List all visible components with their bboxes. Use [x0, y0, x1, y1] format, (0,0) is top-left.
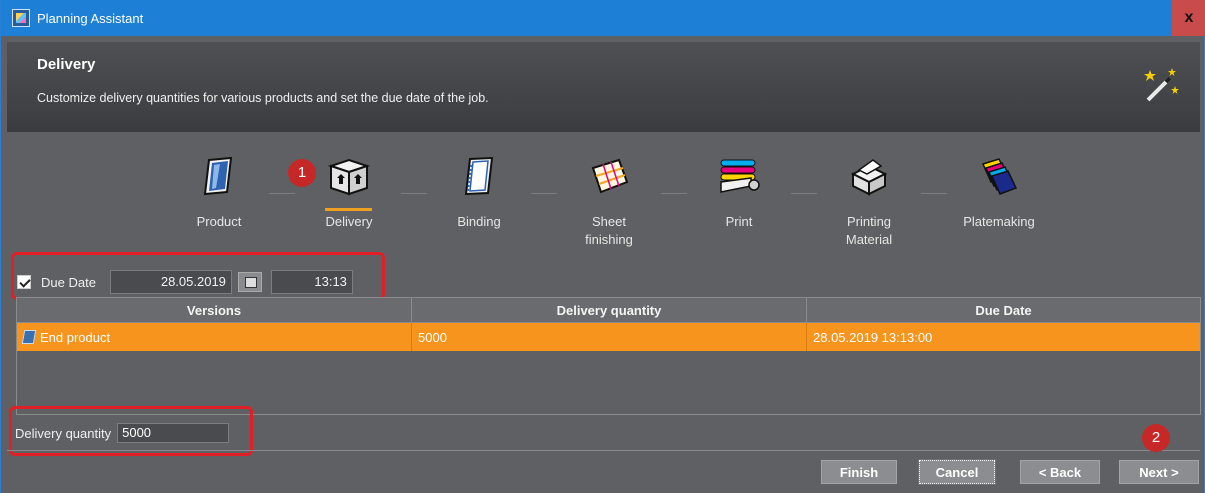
due-time-input[interactable]: 13:13 — [270, 270, 353, 294]
step-label-product: Product — [196, 214, 242, 229]
step-label-sheet-line1: Sheet — [592, 214, 626, 229]
title-bar: Planning Assistant x — [1, 0, 1205, 36]
printing-material-icon — [850, 159, 888, 196]
due-date-input[interactable]: 28.05.2019 — [109, 270, 232, 294]
step-binding[interactable]: Binding — [424, 140, 534, 231]
product-icon — [203, 156, 233, 196]
finish-button[interactable]: Finish — [821, 460, 897, 484]
footer-divider — [7, 450, 1200, 451]
magic-wand-icon — [1144, 68, 1179, 102]
table-header: Versions Delivery quantity Due Date — [17, 298, 1200, 323]
product-icon — [21, 330, 37, 344]
callout-badge-1: 1 — [288, 159, 316, 187]
step-product[interactable]: Product — [164, 140, 274, 231]
due-date-row: Due Date 28.05.2019 13:13 — [17, 268, 353, 296]
app-icon — [12, 9, 30, 27]
table-row[interactable]: End product 5000 28.05.2019 13:13:00 — [17, 323, 1200, 351]
cancel-button[interactable]: Cancel — [918, 459, 996, 485]
step-label-printing-material: Printing Material — [814, 213, 924, 249]
step-label-sheet-line2: finishing — [585, 232, 633, 247]
step-platemaking[interactable]: Platemaking — [944, 140, 1054, 231]
active-step-indicator — [325, 208, 372, 211]
column-header-due-date[interactable]: Due Date — [807, 298, 1200, 322]
wizard-steps: Product Delivery Binding Sheet finishing… — [1, 140, 1205, 250]
step-label-delivery: Delivery — [325, 214, 373, 229]
binding-icon — [464, 156, 494, 196]
step-printing-material[interactable]: Printing Material — [814, 140, 924, 249]
page-subtitle: Customize delivery quantities for variou… — [37, 91, 489, 105]
print-rollers-icon — [720, 159, 760, 193]
step-header: Delivery Customize delivery quantities f… — [7, 42, 1200, 132]
cell-version-text: End product — [40, 329, 111, 345]
planning-assistant-window: Planning Assistant x Delivery Customize … — [0, 0, 1205, 493]
cell-due-date: 28.05.2019 13:13:00 — [813, 329, 933, 345]
platemaking-icon — [981, 158, 1018, 195]
cell-version: End product — [17, 323, 412, 351]
close-button[interactable]: x — [1172, 0, 1205, 36]
step-delivery[interactable]: Delivery — [294, 140, 404, 231]
due-date-checkbox[interactable] — [17, 275, 31, 289]
next-button[interactable]: Next > — [1119, 460, 1199, 484]
step-label-platemaking: Platemaking — [963, 214, 1035, 229]
column-header-versions[interactable]: Versions — [17, 298, 412, 322]
delivery-box-icon — [327, 158, 371, 196]
delivery-quantity-row: Delivery quantity 5000 — [15, 423, 230, 443]
step-label-printing-line1: Printing — [846, 214, 892, 229]
calendar-icon[interactable] — [237, 272, 262, 292]
column-header-delivery-quantity[interactable]: Delivery quantity — [412, 298, 807, 322]
step-label-print: Print — [725, 214, 753, 229]
cell-quantity: 5000 — [412, 323, 807, 351]
callout-badge-2: 2 — [1142, 424, 1170, 452]
delivery-quantity-label: Delivery quantity — [15, 425, 112, 441]
delivery-quantity-input[interactable]: 5000 — [117, 423, 230, 443]
step-label-sheet-finishing: Sheet finishing — [554, 213, 664, 249]
back-button[interactable]: < Back — [1020, 460, 1100, 484]
step-label-printing-line2: Material — [845, 232, 893, 247]
page-title: Delivery — [37, 56, 96, 73]
due-date-label: Due Date — [41, 274, 96, 290]
step-label-binding: Binding — [457, 214, 501, 229]
step-sheet-finishing[interactable]: Sheet finishing — [554, 140, 664, 249]
sheet-finishing-icon — [591, 158, 629, 194]
step-print[interactable]: Print — [684, 140, 794, 231]
window-title: Planning Assistant — [37, 10, 144, 26]
delivery-table: Versions Delivery quantity Due Date End … — [16, 297, 1201, 415]
